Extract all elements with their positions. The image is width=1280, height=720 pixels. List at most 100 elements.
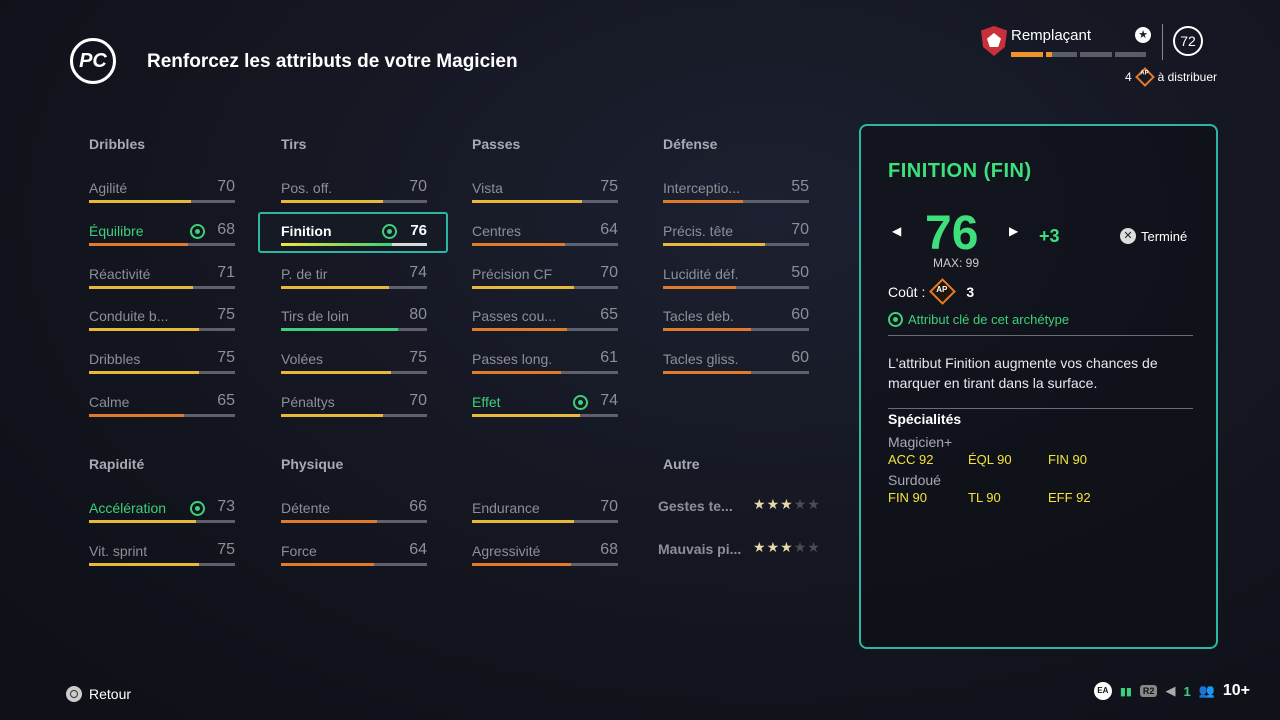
group-title: Autre <box>663 456 700 472</box>
attribute-row[interactable]: Dribbles 75 <box>89 349 235 381</box>
attribute-row[interactable]: Précision CF 70 <box>472 264 618 296</box>
attribute-row[interactable]: Précis. tête 70 <box>663 221 809 253</box>
attribute-row[interactable]: Passes long. 61 <box>472 349 618 381</box>
attribute-row[interactable]: Centres 64 <box>472 220 618 253</box>
key-attribute-icon <box>190 223 205 239</box>
attribute-value: 75 <box>217 306 235 324</box>
attribute-bar-fill <box>472 242 566 246</box>
club-badge-icon <box>981 26 1007 56</box>
attribute-row[interactable]: Effet 74 <box>472 392 618 424</box>
attribute-label: Conduite b... <box>89 308 169 325</box>
attribute-bar <box>281 285 427 289</box>
attribute-value: 55 <box>791 178 809 195</box>
attribute-row[interactable]: Calme 65 <box>89 392 235 424</box>
attribute-label: Volées <box>281 351 324 368</box>
attribute-row[interactable]: Réactivité 71 <box>89 264 235 296</box>
attribute-bar-fill <box>89 414 184 417</box>
attribute-value: 61 <box>600 349 618 367</box>
xp-progress-bar <box>1011 52 1146 57</box>
attribute-row[interactable]: Lucidité déf. 50 <box>663 263 809 296</box>
attribute-bar <box>472 285 618 289</box>
player-status: Remplaçant ★ 72 4 AP à distribuer <box>981 24 1220 94</box>
attribute-row[interactable]: Endurance 70 <box>472 498 618 530</box>
attribute-row[interactable]: Vista 75 <box>472 178 618 210</box>
decrease-arrow-icon[interactable]: ◀ <box>892 224 901 238</box>
divider <box>888 335 1193 336</box>
xp-segment <box>1080 52 1112 57</box>
attribute-row[interactable]: Passes cou... 65 <box>472 306 618 338</box>
status-bar: EA ▮▮ R2 ◀ 1 👥 10+ <box>1093 682 1250 700</box>
attribute-bar <box>89 328 235 332</box>
attribute-row[interactable]: Force 64 <box>281 540 427 573</box>
attribute-bar-fill <box>472 328 567 332</box>
attribute-row[interactable]: Volées 75 <box>281 349 427 381</box>
attribute-row[interactable]: Équilibre 68 <box>89 221 235 253</box>
done-button[interactable]: ✕ Terminé <box>1120 228 1187 244</box>
star-icon: ★ <box>753 538 767 555</box>
attribute-value: 76 <box>410 221 427 239</box>
attribute-label: Vit. sprint <box>89 542 148 559</box>
attribute-label: P. de tir <box>281 265 328 282</box>
attribute-value: 74 <box>600 392 618 409</box>
specialty-stat: ÉQL 90 <box>968 452 1012 467</box>
attribute-bar <box>472 328 618 332</box>
attribute-row[interactable]: P. de tir 74 <box>281 264 427 296</box>
attribute-detail-panel: FINITION (FIN) ◀ 76 ▶ MAX: 99 +3 ✕ Termi… <box>859 124 1218 649</box>
key-attribute-label: Attribut clé de cet archétype <box>908 312 1070 327</box>
star-icon: ★ <box>793 496 808 512</box>
player-role: Remplaçant <box>1011 27 1092 44</box>
attribute-bar-fill <box>281 328 398 332</box>
attribute-value: 64 <box>600 220 618 238</box>
divider <box>888 408 1193 409</box>
attribute-bar <box>663 285 809 289</box>
attribute-row[interactable]: Vit. sprint 75 <box>89 541 235 573</box>
attribute-label: Lucidité déf. <box>663 265 739 282</box>
attribute-bar <box>89 414 235 417</box>
attribute-bar-fill <box>89 562 199 566</box>
attribute-bar-fill <box>89 200 192 203</box>
attribute-value: 64 <box>409 540 427 558</box>
star-attribute-row[interactable]: Gestes te... ★★★★★ <box>658 496 820 514</box>
attribute-bar-fill <box>281 520 378 523</box>
circle-button-icon <box>66 686 82 702</box>
attribute-label: Gestes te... <box>658 498 733 514</box>
attribute-bar <box>281 520 427 523</box>
attribute-bar-fill <box>281 242 392 246</box>
attribute-row[interactable]: Conduite b... 75 <box>89 306 235 338</box>
attribute-label: Finition <box>281 222 332 239</box>
attribute-row[interactable]: Tirs de loin 80 <box>281 306 427 338</box>
divider <box>1162 24 1163 60</box>
attribute-bar <box>281 371 427 375</box>
attribute-bar-fill <box>281 371 391 375</box>
attribute-row[interactable]: Finition 76 <box>281 221 427 253</box>
attribute-label: Agilité <box>89 180 128 196</box>
star-rating: ★★★★★ <box>753 539 821 556</box>
attribute-row[interactable]: Agilité 70 <box>89 178 235 210</box>
attribute-bar-fill <box>281 200 384 203</box>
attribute-row[interactable]: Accélération 73 <box>89 498 235 530</box>
attribute-label: Équilibre <box>89 222 144 239</box>
attribute-row[interactable]: Agressivité 68 <box>472 540 618 573</box>
increase-arrow-icon[interactable]: ▶ <box>1009 224 1018 238</box>
attribute-row[interactable]: Pénaltys 70 <box>281 392 427 424</box>
attribute-bar-fill <box>281 285 390 289</box>
key-attribute-note: Attribut clé de cet archétype <box>888 312 1069 327</box>
attribute-row[interactable]: Interceptio... 55 <box>663 178 809 210</box>
attribute-row[interactable]: Tacles gliss. 60 <box>663 349 809 381</box>
star-attribute-row[interactable]: Mauvais pi... ★★★★★ <box>658 539 821 557</box>
attribute-label: Interceptio... <box>663 180 741 196</box>
friends-count: 10+ <box>1222 682 1250 699</box>
attribute-row[interactable]: Détente 66 <box>281 498 427 530</box>
attribute-row[interactable]: Pos. off. 70 <box>281 178 427 210</box>
attribute-value: 66 <box>409 498 427 515</box>
attribute-value: 80 <box>409 306 427 324</box>
star-icon: ★ <box>780 538 794 555</box>
back-button[interactable]: Retour <box>66 686 131 702</box>
attribute-value: 75 <box>600 178 618 195</box>
attribute-row[interactable]: Tacles deb. 60 <box>663 306 809 338</box>
attribute-value: 50 <box>791 263 809 281</box>
specialty-stat: FIN 90 <box>1048 452 1088 467</box>
attribute-bar-fill <box>472 371 562 375</box>
attribute-value: 68 <box>600 540 618 558</box>
attribute-bar <box>281 562 427 566</box>
